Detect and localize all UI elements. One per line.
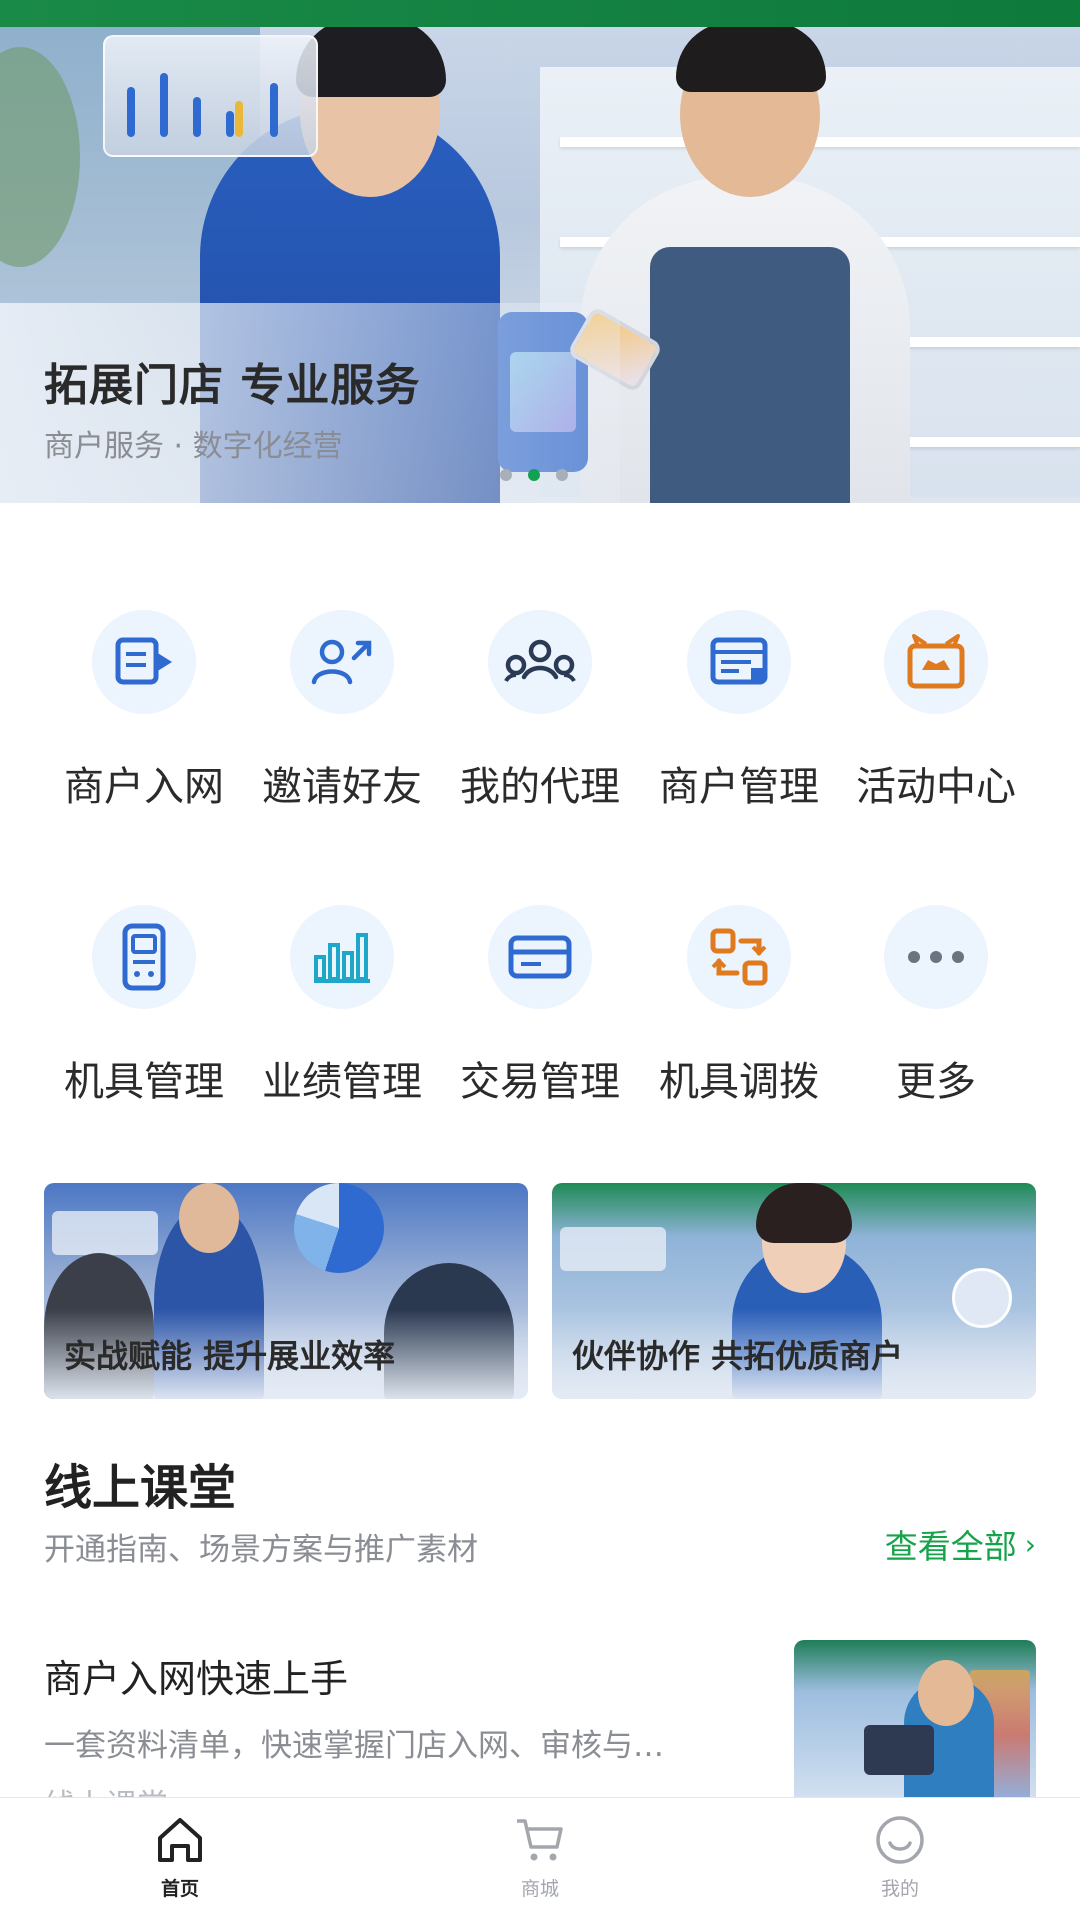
status-strip (0, 0, 1080, 27)
service-label: 机具调拨 (659, 1059, 819, 1105)
classroom-subtitle: 开通指南、场景方案与推广素材 (44, 1532, 478, 1568)
service-label: 我的代理 (460, 764, 620, 810)
banner-dot-active[interactable] (528, 469, 540, 481)
promo-figure-hair (756, 1183, 852, 1243)
nav-label: 商城 (520, 1878, 559, 1900)
invite-friend-icon (290, 610, 394, 714)
service-label: 邀请好友 (262, 764, 422, 810)
promo-chart-card (560, 1227, 666, 1271)
banner-dot[interactable] (556, 469, 568, 481)
device-manage-icon (92, 905, 196, 1009)
thumb-tablet (864, 1725, 934, 1775)
banner-title: 拓展门店 专业服务 (44, 360, 421, 411)
service-label: 活动中心 (856, 764, 1016, 810)
hero-banner[interactable]: 拓展门店 专业服务 商户服务 · 数字化经营 (0, 27, 1080, 503)
bottom-nav: 首页 商城 我的 (0, 1797, 1080, 1920)
thumb-worker-head (918, 1660, 974, 1726)
nav-label: 我的 (880, 1878, 919, 1900)
service-label: 商户管理 (659, 764, 819, 810)
banner-pagination[interactable] (500, 469, 568, 481)
activity-center-icon (884, 610, 988, 714)
promo-card-right[interactable]: 伙伴协作 共拓优质商户 (552, 1183, 1036, 1399)
promo-text: 伙伴协作 共拓优质商户 (572, 1337, 904, 1375)
performance-icon (290, 905, 394, 1009)
banner-person-right-hair (676, 27, 826, 92)
service-row-1: 商户入网 邀请好友 我的代理 商户管理 活动中心 (0, 600, 1080, 895)
promo-chart-card (52, 1211, 158, 1255)
device-transfer-icon (687, 905, 791, 1009)
service-label: 更多 (896, 1059, 976, 1105)
profile-icon (870, 1810, 930, 1870)
merchant-onboard-icon (92, 610, 196, 714)
see-all-label: 查看全部 (884, 1527, 1017, 1566)
service-label: 机具管理 (64, 1059, 224, 1105)
course-thumbnail (794, 1640, 1036, 1810)
service-label: 商户入网 (64, 764, 224, 810)
home-icon (150, 1810, 210, 1870)
course-description: 一套资料清单，快速掌握门店入网、审核与… (44, 1728, 664, 1764)
cart-icon (510, 1810, 570, 1870)
classroom-title: 线上课堂 (44, 1460, 237, 1516)
service-label: 业绩管理 (262, 1059, 422, 1105)
promo-card-left[interactable]: 实战赋能 提升展业效率 (44, 1183, 528, 1399)
transaction-icon (488, 905, 592, 1009)
nav-label: 首页 (160, 1878, 199, 1900)
nav-item-mine[interactable]: 我的 (800, 1810, 1000, 1901)
course-item[interactable]: 商户入网快速上手 一套资料清单，快速掌握门店入网、审核与… 线上课堂 (0, 1630, 1080, 1824)
service-row-2: 机具管理 业绩管理 交易管理 机具调拨 更多 (0, 895, 1080, 1190)
more-icon (884, 905, 988, 1009)
nav-item-home[interactable]: 首页 (80, 1810, 280, 1901)
agents-icon (488, 610, 592, 714)
merchant-manage-icon (687, 610, 791, 714)
banner-subtitle: 商户服务 · 数字化经营 (44, 429, 343, 464)
promo-figure-donut (294, 1183, 384, 1273)
service-grid: 商户入网 邀请好友 我的代理 商户管理 活动中心 机具管理 业绩管理 交易管理 … (0, 600, 1080, 1190)
promo-text: 实战赋能 提升展业效率 (64, 1337, 396, 1375)
promo-figure-head (179, 1183, 239, 1253)
service-label: 交易管理 (460, 1059, 620, 1105)
banner-person-left-hair (296, 27, 446, 97)
see-all-link[interactable]: 查看全部 › (885, 1520, 1036, 1568)
banner-dot[interactable] (500, 469, 512, 481)
chevron-right-icon: › (1024, 1527, 1036, 1561)
nav-item-mall[interactable]: 商城 (440, 1810, 640, 1901)
banner-apron (650, 247, 850, 503)
course-title: 商户入网快速上手 (44, 1657, 349, 1701)
banner-chart-card (103, 35, 318, 157)
